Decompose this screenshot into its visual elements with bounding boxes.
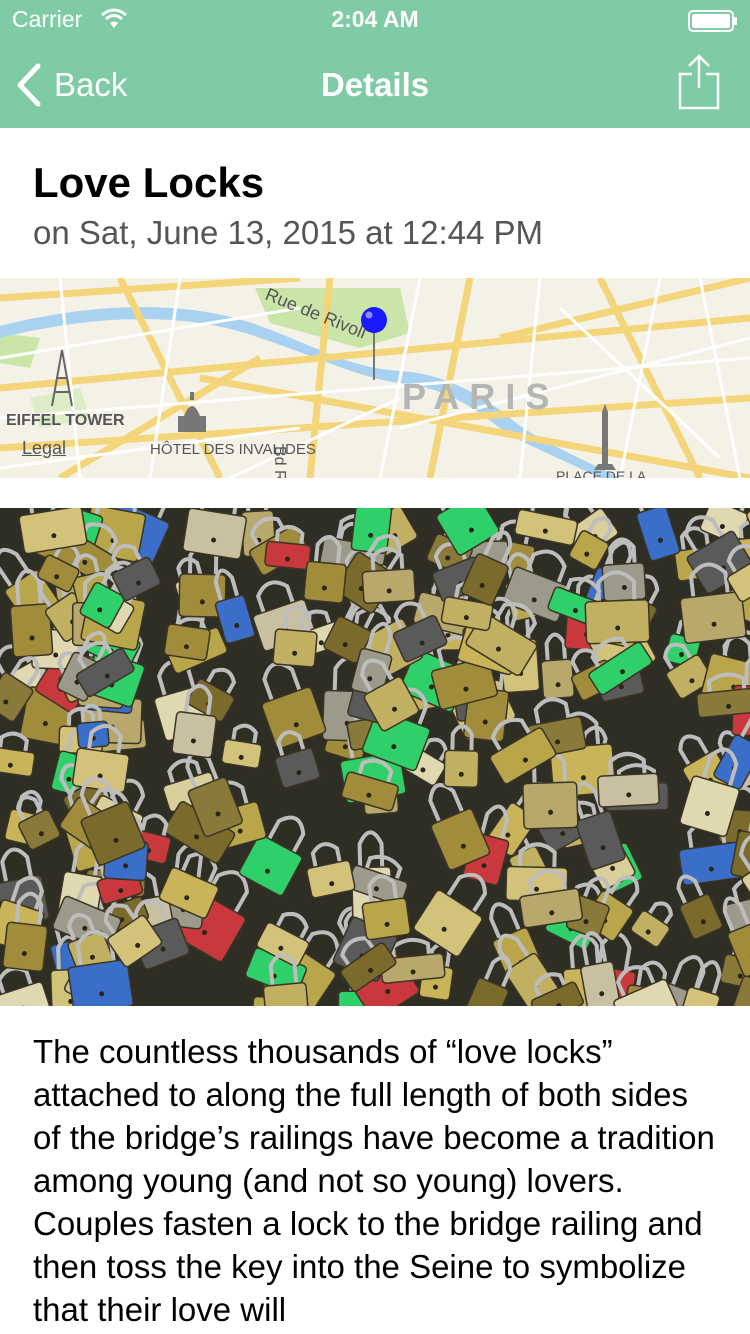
map-label-hotel: HÔTEL DES INVALIDES — [150, 441, 316, 458]
chevron-left-icon — [17, 63, 41, 107]
padlocks-image — [0, 508, 750, 1006]
battery-icon — [688, 10, 737, 32]
map-label-paris: PARIS — [402, 376, 560, 417]
detail-description: The countless thousands of “love locks” … — [33, 1033, 715, 1328]
map-label-place: PLACE DE LA — [556, 468, 647, 478]
detail-title: Love Locks — [33, 159, 265, 206]
detail-header: Love Locks on Sat, June 13, 2015 at 12:4… — [33, 158, 723, 254]
map-pin-icon[interactable] — [358, 306, 390, 382]
navigation-bar: Carrier 2:04 AM Back Details — [0, 0, 750, 128]
photo-love-locks — [0, 508, 750, 1006]
location-map[interactable]: Rue de Rivoli PARIS EIFFEL TOWER HÔTEL D… — [0, 278, 750, 478]
share-icon[interactable] — [678, 54, 720, 110]
back-button-label: Back — [54, 66, 128, 103]
map-legal-link[interactable]: Legal — [22, 438, 66, 459]
detail-date: on Sat, June 13, 2015 at 12:44 PM — [33, 214, 544, 251]
status-time: 2:04 AM — [331, 6, 419, 32]
map-label-eiffel: EIFFEL TOWER — [6, 412, 125, 429]
back-button[interactable]: Back — [14, 60, 127, 110]
status-bar: Carrier 2:04 AM — [0, 0, 750, 40]
map-label-boulevard: Bd R — [271, 446, 288, 478]
